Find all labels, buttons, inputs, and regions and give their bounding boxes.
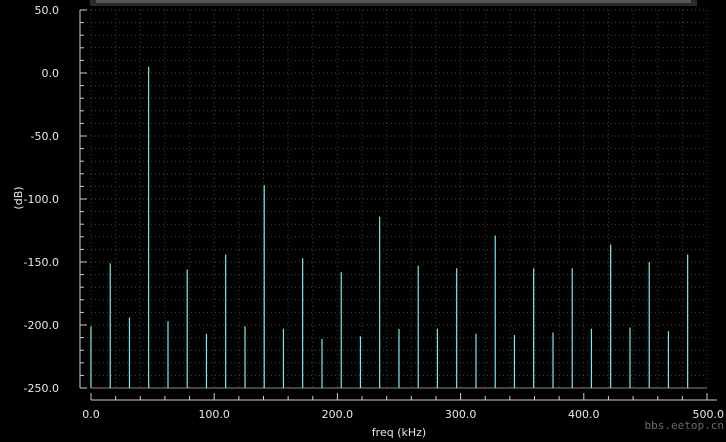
top-frame-highlight: [96, 0, 691, 3]
x-tick-label: 400.0: [568, 408, 600, 421]
tick-labels: 50.0 0.0 -50.0 -100.0 -150.0 -200.0 -250.0 0.0 1…: [24, 4, 724, 421]
x-tick-label: 300.0: [445, 408, 477, 421]
spectrum-series: [90, 66, 689, 388]
y-tick-label: 0.0: [42, 67, 60, 80]
x-tick-label: 200.0: [322, 408, 354, 421]
x-axis-label: freq (kHz): [372, 426, 426, 439]
y-tick-label: 50.0: [35, 4, 60, 17]
watermark-text: bbs.eetop.cn: [645, 419, 724, 432]
y-tick-label: -200.0: [24, 319, 59, 332]
y-tick-label: -100.0: [24, 193, 59, 206]
x-tick-label: 0.0: [82, 408, 100, 421]
y-tick-label: -250.0: [24, 382, 59, 395]
x-tick-label: 100.0: [198, 408, 230, 421]
y-tick-label: -150.0: [24, 256, 59, 269]
spectrum-chart: 50.0 0.0 -50.0 -100.0 -150.0 -200.0 -250.0 0.0 1…: [12, 0, 724, 439]
y-axis-label: (dB): [12, 186, 25, 209]
y-tick-label: -50.0: [31, 130, 59, 143]
